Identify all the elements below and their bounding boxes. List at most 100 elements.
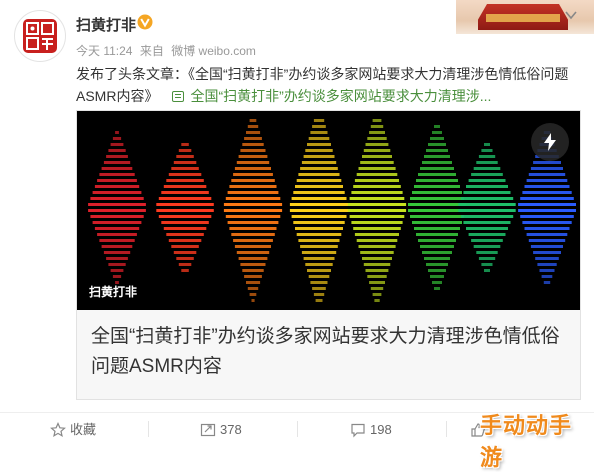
equalizer-bar (110, 143, 124, 146)
equalizer-bar (530, 167, 563, 170)
account-name[interactable]: 扫黄打非 (76, 14, 136, 35)
equalizer-bar (301, 161, 337, 164)
equalizer-bar (308, 275, 330, 278)
equalizer-bar (236, 161, 270, 164)
equalizer-bar (307, 143, 331, 146)
equalizer-bar (535, 257, 559, 260)
equalizer-bar (223, 209, 283, 212)
equalizer-bar (432, 131, 442, 134)
equalizer-bar (420, 167, 454, 170)
equalizer-bar (225, 197, 281, 200)
equalizer-bar (97, 233, 137, 236)
equalizer-bar (178, 149, 192, 152)
equalizer-bar (88, 203, 146, 206)
equalizer-bar (103, 251, 131, 254)
equalizer-bar (349, 197, 405, 200)
equalizer-bar (291, 215, 347, 218)
equalizer-bar (92, 221, 142, 224)
equalizer-bar (358, 167, 396, 170)
card-title[interactable]: 全国“扫黄打非”办约谈多家网站要求大力清理涉色情低俗问题ASMR内容 (91, 322, 561, 382)
equalizer-bar (354, 179, 399, 182)
equalizer-bar (526, 233, 568, 236)
chevron-down-icon[interactable] (564, 8, 578, 22)
article-link[interactable]: 全国“扫黄打非”办约谈多家网站要求大力清理涉... (190, 88, 491, 104)
lightning-icon (544, 133, 556, 151)
avatar[interactable] (14, 10, 66, 62)
equalizer-bar (484, 269, 490, 272)
equalizer-bar (103, 161, 131, 164)
equalizer-bar (99, 173, 135, 176)
equalizer-bar (416, 179, 458, 182)
equalizer-bar (426, 149, 448, 152)
equalizer-bar (463, 191, 511, 194)
equalizer-bar (430, 275, 444, 278)
equalizer-bar (408, 203, 466, 206)
equalizer-bar (528, 239, 566, 242)
equalizer-bar (372, 119, 382, 122)
equalizer-bar (110, 269, 124, 272)
equalizer-bar (242, 143, 264, 146)
equalizer-bar (312, 287, 326, 290)
equalizer-bar (412, 191, 462, 194)
equalizer-bar (471, 239, 503, 242)
equalizer-bar (354, 233, 399, 236)
site-watermark: 手动动手游 (480, 413, 573, 470)
article-card[interactable]: 扫黄打非 全国“扫黄打非”办约谈多家网站要求大力清理涉色情低俗问题ASMR内容 (76, 110, 581, 400)
equalizer-bar (372, 293, 382, 296)
equalizer-bar (481, 263, 493, 266)
equalizer-bar (301, 251, 337, 254)
equalizer-bar (97, 179, 137, 182)
equalizer-bar (246, 281, 261, 284)
card-cover-image[interactable]: 扫黄打非 (77, 111, 580, 310)
equalizer-bar (347, 203, 407, 206)
equalizer-bar (112, 137, 122, 140)
equalizer-bar (484, 143, 490, 146)
equalizer-bar (363, 149, 391, 152)
equalizer-bar (249, 119, 257, 122)
equalizer-bar (234, 245, 271, 248)
equalizer-bar (370, 125, 384, 128)
equalizer-bar (293, 191, 345, 194)
divider (446, 421, 447, 437)
equalizer-bar (295, 227, 343, 230)
equalizer-bar (229, 185, 277, 188)
flash-button[interactable] (531, 123, 569, 161)
equalizer-bar (168, 173, 202, 176)
equalizer-bar (363, 263, 391, 266)
equalizer-bar (240, 263, 266, 266)
equalizer-bar (244, 137, 262, 140)
favorite-label: 收藏 (70, 422, 97, 437)
equalizer-bar (300, 167, 338, 170)
equalizer-bar (533, 161, 561, 164)
equalizer-bar (349, 215, 405, 218)
equalizer-bar (310, 281, 328, 284)
equalizer-bar (528, 173, 566, 176)
equalizer-bar (478, 257, 496, 260)
equalizer-bar (520, 197, 574, 200)
post-source[interactable]: 微博 weibo.com (171, 44, 256, 58)
equalizer-bar (530, 245, 563, 248)
equalizer-bar (156, 203, 214, 206)
equalizer-bar (176, 155, 194, 158)
equalizer-bar (166, 233, 204, 236)
equalizer-bar (362, 155, 392, 158)
equalizer-bar (313, 293, 325, 296)
equalizer-bar (236, 251, 270, 254)
equalizer-bar (305, 263, 333, 266)
equalizer-bar (362, 257, 392, 260)
equalizer-bar (171, 167, 199, 170)
equalizer-bar (298, 173, 340, 176)
verified-badge-icon (137, 14, 153, 30)
divider (297, 421, 298, 437)
equalizer-bar (168, 239, 202, 242)
equalizer-bar (101, 245, 133, 248)
equalizer-bar (312, 125, 326, 128)
equalizer-bar (360, 251, 394, 254)
equalizer-bar (291, 197, 347, 200)
equalizer-bar (358, 245, 396, 248)
equalizer-bar (365, 143, 389, 146)
equalizer-bar (356, 239, 398, 242)
equalizer-bar (315, 299, 323, 302)
equalizer-bar (410, 197, 464, 200)
equalizer-bar (227, 191, 279, 194)
